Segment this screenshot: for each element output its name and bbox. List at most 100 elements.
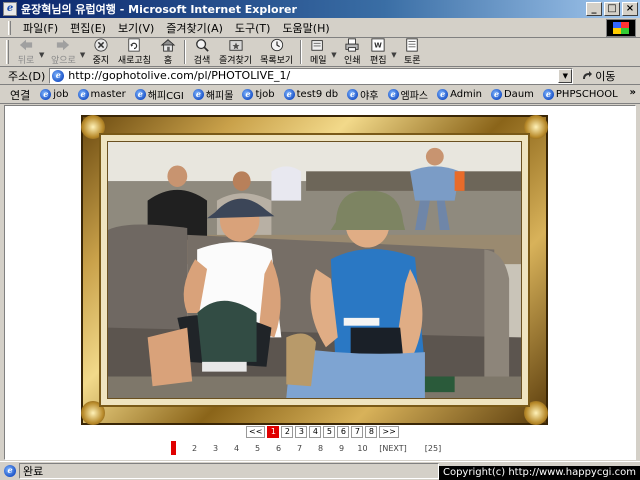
toolbar-grip[interactable] (6, 40, 9, 64)
page-icon: e (52, 69, 65, 82)
favorites-label: 즐겨찾기 (218, 56, 253, 66)
refresh-icon (128, 38, 141, 52)
maximize-button[interactable]: □ (604, 2, 620, 16)
pager-page-1[interactable]: 1 (267, 426, 280, 438)
pager-next[interactable]: >> (379, 426, 399, 438)
back-arrow-icon (19, 39, 33, 51)
mail-dropdown[interactable]: ▼ (331, 51, 339, 59)
thumb-link[interactable]: 5 (247, 444, 268, 453)
address-box[interactable]: e ▼ (49, 67, 574, 84)
link-empas[interactable]: e 엠파스 (387, 87, 428, 102)
back-dropdown[interactable]: ▼ (39, 51, 47, 59)
link-admin[interactable]: e Admin (437, 89, 482, 100)
refresh-button[interactable]: 새로고침 (114, 38, 155, 66)
thumb-link[interactable]: 2 (184, 444, 205, 453)
discuss-button[interactable]: 토론 (399, 38, 425, 66)
history-button[interactable]: 목록보기 (256, 38, 297, 66)
pager-page-2[interactable]: 2 (281, 426, 294, 438)
forward-button[interactable]: 앞으로 (47, 38, 80, 66)
link-ie-icon: e (347, 89, 359, 100)
menu-file[interactable]: 파일(F) (17, 20, 64, 36)
link-master[interactable]: e master (77, 89, 126, 100)
stop-button[interactable]: 중지 (88, 38, 114, 66)
address-dropdown-button[interactable]: ▼ (558, 68, 573, 83)
search-button[interactable]: 검색 (189, 38, 215, 66)
link-label: Daum (503, 89, 534, 100)
minimize-button[interactable]: _ (586, 2, 602, 16)
thumb-link[interactable]: 7 (289, 444, 310, 453)
discuss-label: 토론 (403, 56, 421, 66)
link-tjob[interactable]: e tjob (242, 89, 275, 100)
page-content[interactable]: << 1 2 3 4 5 6 7 8 >> 2 3 4 5 6 7 8 9 10… (4, 105, 636, 460)
link-label: job (53, 89, 69, 100)
links-more-chevron[interactable]: » (630, 87, 636, 98)
edit-dropdown[interactable]: ▼ (391, 51, 399, 59)
pager-prev[interactable]: << (246, 426, 266, 438)
ie-app-icon[interactable]: e (3, 2, 17, 16)
menu-edit[interactable]: 편집(E) (64, 20, 112, 36)
thumb-link[interactable]: 8 (310, 444, 331, 453)
link-daum[interactable]: e Daum (490, 89, 534, 100)
photo-frame (81, 115, 548, 425)
thumb-link[interactable]: 3 (205, 444, 226, 453)
link-test9-db[interactable]: e test9 db (283, 89, 338, 100)
history-label: 목록보기 (260, 56, 294, 66)
pager-page-5[interactable]: 5 (323, 426, 336, 438)
copyright-banner: Copyright(c) http://www.happycgi.com (438, 466, 640, 480)
print-button[interactable]: 인쇄 (339, 38, 365, 66)
windows-flag-icon (613, 22, 629, 34)
link-label: 해피CGI (147, 91, 184, 102)
pager-page-7[interactable]: 7 (351, 426, 364, 438)
thumb-link[interactable]: 9 (331, 444, 352, 453)
mail-label: 메일 (309, 56, 327, 66)
pager-page-3[interactable]: 3 (295, 426, 308, 438)
travel-photo[interactable] (107, 141, 522, 399)
edit-icon: W (371, 38, 385, 52)
link-ie-icon: e (77, 89, 89, 100)
back-label: 뒤로 (17, 56, 35, 66)
thumb-link[interactable]: 10 (352, 444, 373, 453)
toolbar-separator (300, 40, 303, 64)
forward-dropdown[interactable]: ▼ (80, 51, 88, 59)
print-icon (345, 38, 359, 52)
link-yahoo[interactable]: e 야후 (347, 87, 379, 102)
link-happymall[interactable]: e 해피몰 (192, 87, 233, 102)
thumb-link[interactable]: 6 (268, 444, 289, 453)
link-label: 야후 (360, 91, 379, 102)
home-icon (160, 39, 176, 52)
thumb-next[interactable]: [NEXT] (373, 444, 413, 453)
go-button[interactable]: 이동 (581, 68, 616, 84)
link-happycgi[interactable]: e 해피CGI (134, 87, 184, 102)
current-marker (171, 441, 176, 455)
close-button[interactable]: × (622, 2, 638, 16)
stop-label: 중지 (92, 56, 110, 66)
link-label: tjob (255, 89, 275, 100)
pager-page-8[interactable]: 8 (365, 426, 378, 438)
mail-button[interactable]: 메일 (305, 38, 331, 66)
photo-mat (99, 133, 530, 407)
menu-grip[interactable] (8, 20, 11, 35)
menu-tools[interactable]: 도구(T) (229, 20, 277, 36)
menu-favorites[interactable]: 즐겨찾기(A) (160, 20, 229, 36)
favorites-icon (228, 40, 243, 51)
pager-page-6[interactable]: 6 (337, 426, 350, 438)
link-label: PHPSCHOOL (555, 89, 618, 100)
history-icon (270, 38, 283, 52)
link-job[interactable]: e job (40, 89, 69, 100)
thumb-link[interactable]: 4 (226, 444, 247, 453)
go-arrow-icon (583, 70, 593, 79)
link-phpschool[interactable]: e PHPSCHOOL (542, 89, 618, 100)
home-label: 홈 (163, 56, 173, 66)
home-button[interactable]: 홈 (155, 38, 181, 66)
link-ie-icon: e (437, 89, 449, 100)
menu-help[interactable]: 도움말(H) (276, 20, 335, 36)
title-bar[interactable]: e 윤장혁님의 유럽여행 - Microsoft Internet Explor… (0, 0, 640, 18)
back-button[interactable]: 뒤로 (13, 38, 39, 66)
menu-view[interactable]: 보기(V) (112, 20, 160, 36)
edit-button[interactable]: W 편집 (365, 38, 391, 66)
thumbnail-nav: 2 3 4 5 6 7 8 9 10 [NEXT] [25] (171, 441, 453, 455)
address-input[interactable] (68, 69, 559, 82)
pager-page-4[interactable]: 4 (309, 426, 322, 438)
forward-label: 앞으로 (51, 56, 76, 66)
favorites-button[interactable]: 즐겨찾기 (215, 38, 256, 66)
